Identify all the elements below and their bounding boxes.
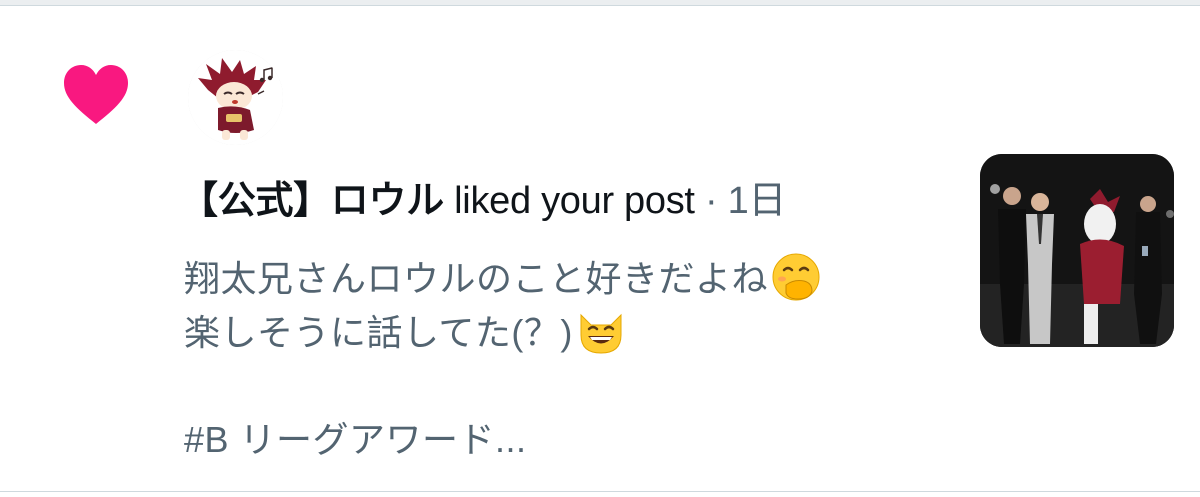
user-name-link[interactable]: 【公式】ロウル [180,180,444,222]
post-text-line-1-text: 翔太兄さんロウルのこと好きだよね [184,258,769,299]
avatar[interactable] [188,50,283,145]
heart-icon [64,65,128,124]
face-with-hand-over-mouth-emoji-icon [772,253,820,301]
photo-image [980,154,1174,347]
post-text-line-2: 楽しそうに話してた(？) [184,305,944,359]
grinning-cat-emoji-icon [580,313,622,354]
separator-dot: · [694,180,728,222]
top-divider [0,0,1200,6]
post-text[interactable]: 翔太兄さんロウルのこと好きだよね 楽しそうに話してた(？) #B リーグアワード… [184,251,944,467]
post-text-line-1: 翔太兄さんロウルのこと好きだよね [184,251,944,305]
notification-headline: 【公式】ロウル liked your post · 1日 [180,178,786,224]
bottom-divider [0,491,1200,497]
post-media-thumbnail[interactable] [980,154,1174,347]
post-text-line-3: #B リーグアワード... [184,419,527,460]
mascot-avatar-icon [188,50,283,145]
action-text: liked your post [443,180,695,222]
post-text-line-2-text: 楽しそうに話してた(？) [184,312,573,353]
timestamp[interactable]: 1日 [728,180,787,222]
